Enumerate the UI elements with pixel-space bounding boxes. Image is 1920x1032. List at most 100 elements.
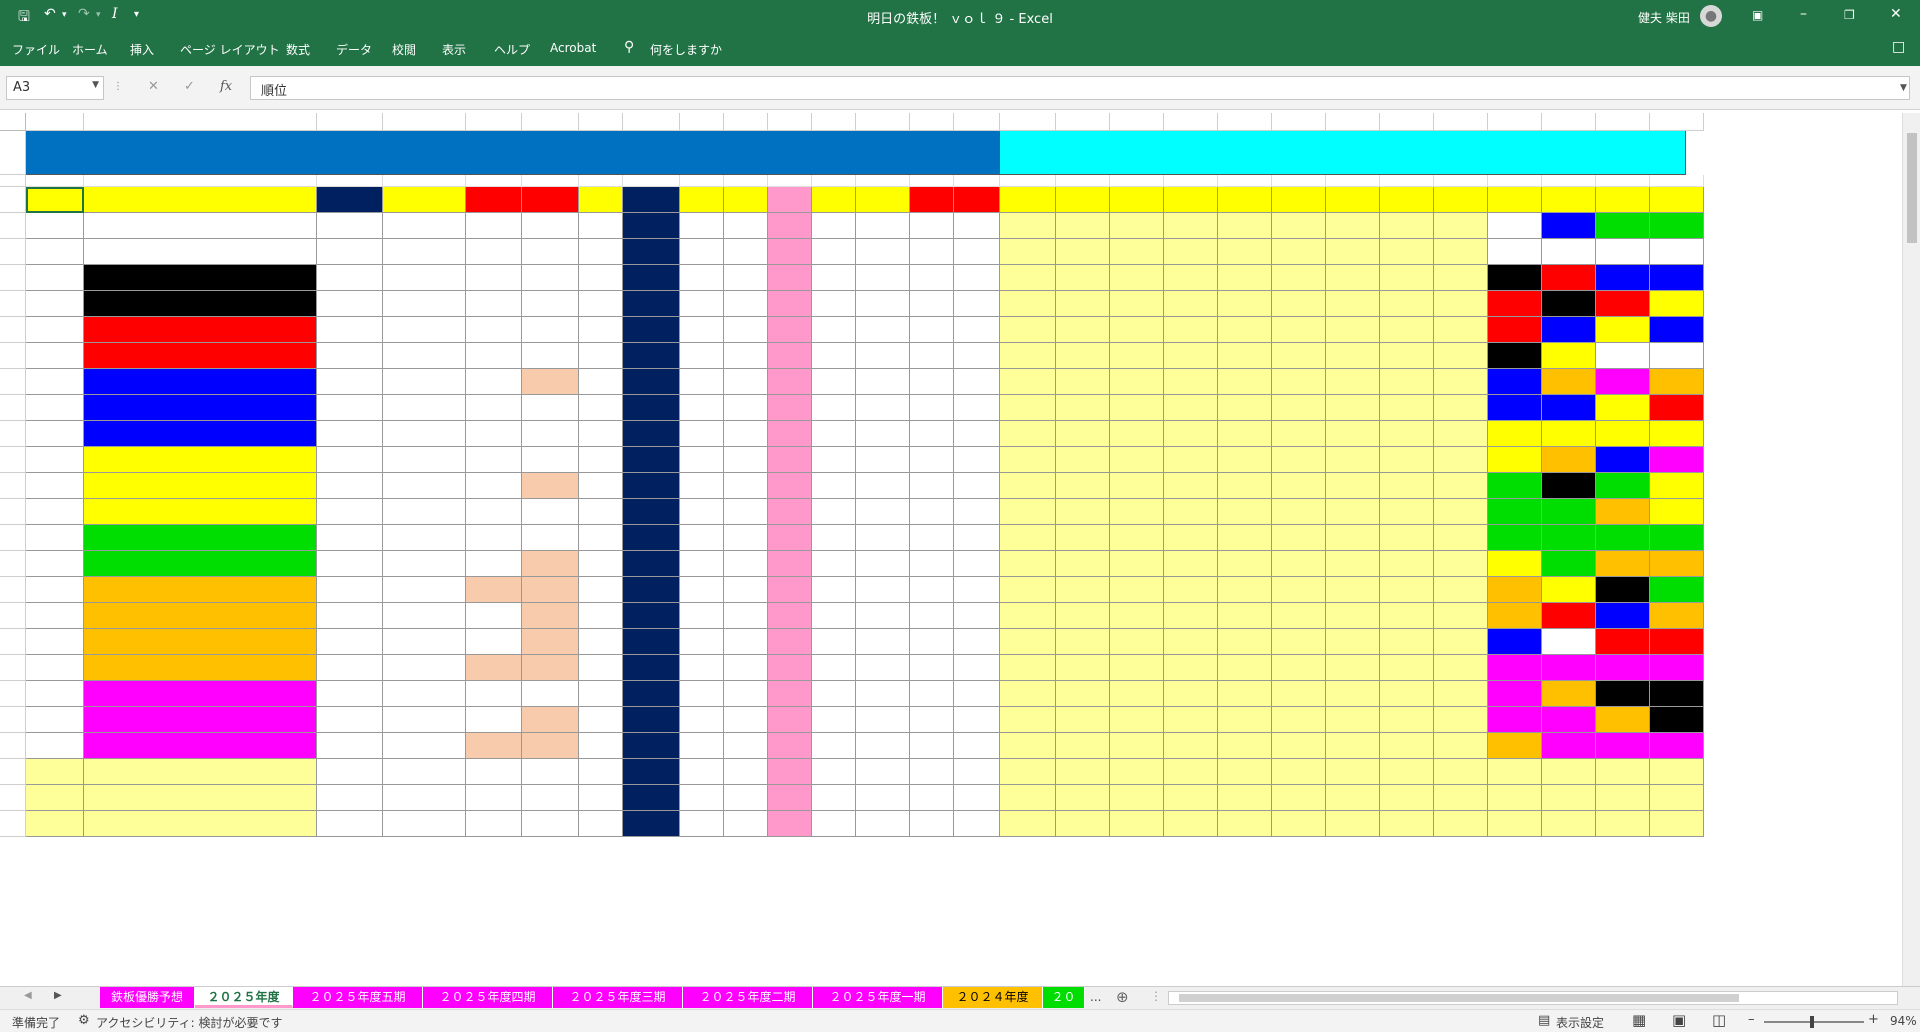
data-cell[interactable] bbox=[680, 291, 724, 317]
period-cell[interactable] bbox=[1272, 317, 1326, 343]
period-cell[interactable] bbox=[1164, 629, 1218, 655]
period-cell[interactable] bbox=[1272, 655, 1326, 681]
period-cell[interactable] bbox=[1218, 447, 1272, 473]
data-cell[interactable] bbox=[768, 447, 812, 473]
data-cell[interactable] bbox=[680, 239, 724, 265]
period-cell[interactable] bbox=[1164, 447, 1218, 473]
tab-home[interactable]: ホーム bbox=[72, 41, 108, 58]
period-cell[interactable] bbox=[1272, 343, 1326, 369]
data-cell[interactable] bbox=[623, 395, 680, 421]
period-cell[interactable] bbox=[1326, 759, 1380, 785]
period-cell[interactable] bbox=[1380, 473, 1434, 499]
data-cell[interactable] bbox=[812, 291, 856, 317]
win-loss-cell[interactable] bbox=[317, 655, 383, 681]
data-cell[interactable] bbox=[466, 681, 522, 707]
period-header[interactable] bbox=[1000, 187, 1056, 213]
period-rank-cell[interactable] bbox=[1596, 525, 1650, 551]
period-cell[interactable] bbox=[1110, 629, 1164, 655]
win-loss-cell[interactable] bbox=[317, 629, 383, 655]
data-cell[interactable] bbox=[623, 759, 680, 785]
player-name[interactable] bbox=[84, 577, 317, 603]
row-header[interactable] bbox=[0, 629, 26, 655]
data-cell[interactable] bbox=[910, 629, 954, 655]
period-cell[interactable] bbox=[1326, 317, 1380, 343]
data-cell[interactable] bbox=[623, 369, 680, 395]
data-cell[interactable] bbox=[954, 421, 1000, 447]
data-cell[interactable] bbox=[910, 551, 954, 577]
sheet-tab[interactable]: ２０２５年度四期 bbox=[423, 987, 553, 1008]
period-cell[interactable] bbox=[1218, 733, 1272, 759]
data-cell[interactable] bbox=[522, 447, 579, 473]
data-cell[interactable] bbox=[623, 551, 680, 577]
period-cell[interactable] bbox=[1218, 811, 1272, 837]
data-cell[interactable] bbox=[680, 499, 724, 525]
period-rank-cell[interactable] bbox=[1596, 447, 1650, 473]
period-cell[interactable] bbox=[1164, 343, 1218, 369]
period-cell[interactable] bbox=[1326, 577, 1380, 603]
data-cell[interactable] bbox=[522, 603, 579, 629]
period-cell[interactable] bbox=[1272, 473, 1326, 499]
data-cell[interactable] bbox=[522, 577, 579, 603]
rank-cell[interactable] bbox=[26, 499, 84, 525]
data-cell[interactable] bbox=[856, 447, 910, 473]
rank-cell[interactable] bbox=[26, 707, 84, 733]
data-cell[interactable] bbox=[383, 733, 466, 759]
data-cell[interactable] bbox=[522, 525, 579, 551]
period-cell[interactable] bbox=[1326, 681, 1380, 707]
sheet-tab[interactable]: ２０２４年度 bbox=[943, 987, 1043, 1008]
win-loss-cell[interactable] bbox=[317, 265, 383, 291]
period-rank-cell[interactable] bbox=[1596, 629, 1650, 655]
period-rank-cell[interactable] bbox=[1596, 603, 1650, 629]
data-cell[interactable] bbox=[954, 239, 1000, 265]
data-cell[interactable] bbox=[383, 239, 466, 265]
data-cell[interactable] bbox=[466, 213, 522, 239]
period-rank-cell[interactable] bbox=[1650, 421, 1704, 447]
period-cell[interactable] bbox=[1056, 655, 1110, 681]
period-cell[interactable] bbox=[1000, 707, 1056, 733]
period-cell[interactable] bbox=[1434, 395, 1488, 421]
period-rank-cell[interactable] bbox=[1542, 265, 1596, 291]
period-rank-cell[interactable] bbox=[1542, 447, 1596, 473]
data-cell[interactable] bbox=[383, 343, 466, 369]
rank-cell[interactable] bbox=[26, 343, 84, 369]
period-rank-cell[interactable] bbox=[1650, 473, 1704, 499]
period-cell[interactable] bbox=[1434, 421, 1488, 447]
data-cell[interactable] bbox=[383, 291, 466, 317]
data-cell[interactable] bbox=[623, 499, 680, 525]
row-header[interactable] bbox=[0, 811, 26, 837]
period-cell[interactable] bbox=[1000, 655, 1056, 681]
period-rank-cell[interactable] bbox=[1542, 733, 1596, 759]
empty-cell[interactable] bbox=[623, 175, 680, 187]
period-rank-cell[interactable] bbox=[1542, 785, 1596, 811]
data-cell[interactable] bbox=[579, 499, 623, 525]
display-settings[interactable]: 表示設定 bbox=[1556, 1014, 1604, 1031]
period-cell[interactable] bbox=[1056, 681, 1110, 707]
row-header[interactable] bbox=[0, 317, 26, 343]
period-cell[interactable] bbox=[1164, 239, 1218, 265]
data-cell[interactable] bbox=[768, 395, 812, 421]
period-rank-cell[interactable] bbox=[1488, 785, 1542, 811]
data-cell[interactable] bbox=[954, 629, 1000, 655]
period-header[interactable] bbox=[1272, 187, 1326, 213]
data-cell[interactable] bbox=[522, 395, 579, 421]
column-header[interactable] bbox=[522, 113, 579, 131]
row-header[interactable] bbox=[0, 131, 26, 175]
player-name[interactable] bbox=[84, 525, 317, 551]
player-name[interactable] bbox=[84, 213, 317, 239]
period-cell[interactable] bbox=[1056, 551, 1110, 577]
column-header[interactable] bbox=[383, 113, 466, 131]
column-header[interactable] bbox=[1164, 113, 1218, 131]
period-cell[interactable] bbox=[1218, 759, 1272, 785]
data-cell[interactable] bbox=[954, 343, 1000, 369]
data-cell[interactable] bbox=[910, 681, 954, 707]
tab-data[interactable]: データ bbox=[336, 41, 372, 58]
data-cell[interactable] bbox=[383, 681, 466, 707]
tab-formulas[interactable]: 数式 bbox=[286, 41, 310, 58]
data-cell[interactable] bbox=[768, 707, 812, 733]
data-cell[interactable] bbox=[724, 681, 768, 707]
period-cell[interactable] bbox=[1000, 239, 1056, 265]
data-cell[interactable] bbox=[383, 811, 466, 837]
data-cell[interactable] bbox=[856, 603, 910, 629]
data-cell[interactable] bbox=[954, 395, 1000, 421]
period-rank-cell[interactable] bbox=[1650, 785, 1704, 811]
